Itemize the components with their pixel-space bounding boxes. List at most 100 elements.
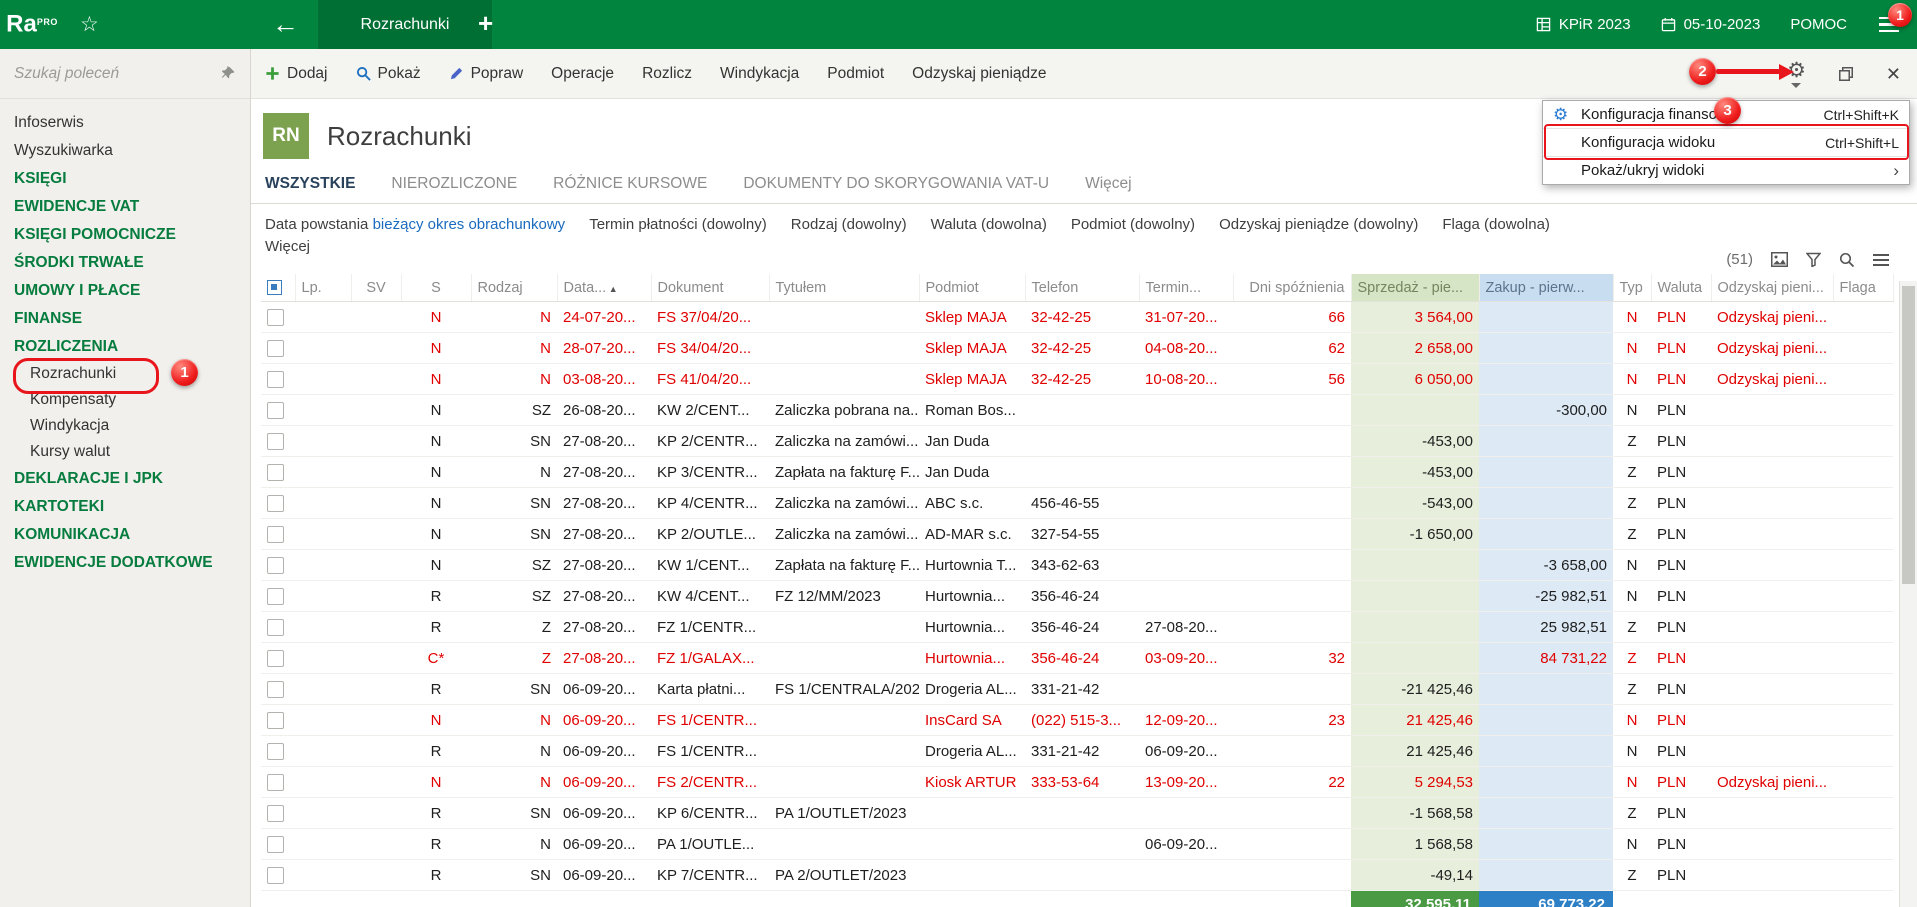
toolbar-button-podmiot[interactable]: Podmiot bbox=[827, 65, 884, 83]
scrollbar-thumb[interactable] bbox=[1902, 286, 1915, 584]
column-header-telefon[interactable]: Telefon bbox=[1025, 274, 1139, 302]
sidebar-item-finanse[interactable]: FINANSE bbox=[0, 305, 250, 333]
sidebar-item-kartoteki[interactable]: KARTOTEKI bbox=[0, 493, 250, 521]
table-row[interactable]: NN06-09-20...FS 2/CENTR...Kiosk ARTUR333… bbox=[261, 767, 1893, 798]
toolbar-button-pokaż[interactable]: Pokaż bbox=[356, 65, 421, 83]
table-row[interactable]: NSN27-08-20...KP 2/OUTLE...Zaliczka na z… bbox=[261, 519, 1893, 550]
view-tab-więcej[interactable]: Więcej bbox=[1085, 175, 1132, 193]
toolbar-button-rozlicz[interactable]: Rozlicz bbox=[642, 65, 692, 83]
sidebar-item-wyszukiwarka[interactable]: Wyszukiwarka bbox=[0, 137, 250, 165]
filter-value[interactable]: (dowolna) bbox=[1484, 216, 1550, 233]
table-row[interactable]: NN06-09-20...FS 1/CENTR...InsCard SA(022… bbox=[261, 705, 1893, 736]
app-logo[interactable]: RaPRO bbox=[0, 0, 64, 51]
column-header-termin[interactable]: Termin... bbox=[1139, 274, 1233, 302]
cell-odzyskaj[interactable]: Odzyskaj pieni... bbox=[1711, 302, 1833, 333]
command-search-input[interactable]: Szukaj poleceń bbox=[0, 49, 250, 99]
column-header-sv[interactable]: SV bbox=[351, 274, 401, 302]
row-checkbox[interactable] bbox=[267, 371, 284, 388]
row-checkbox[interactable] bbox=[267, 464, 284, 481]
column-header-rodzaj[interactable]: Rodzaj bbox=[471, 274, 557, 302]
table-row[interactable]: RSZ27-08-20...KW 4/CENT...FZ 12/MM/2023H… bbox=[261, 581, 1893, 612]
table-row[interactable]: NN24-07-20...FS 37/04/20...Sklep MAJA32-… bbox=[261, 302, 1893, 333]
column-header-flaga[interactable]: Flaga bbox=[1833, 274, 1893, 302]
table-row[interactable]: RSN06-09-20...KP 6/CENTR...PA 1/OUTLET/2… bbox=[261, 798, 1893, 829]
new-tab-icon[interactable]: + bbox=[478, 0, 493, 47]
sidebar-item-deklaracje-i-jpk[interactable]: DEKLARACJE I JPK bbox=[0, 465, 250, 493]
table-row[interactable]: NN28-07-20...FS 34/04/20...Sklep MAJA32-… bbox=[261, 333, 1893, 364]
row-checkbox[interactable] bbox=[267, 712, 284, 729]
pin-icon[interactable] bbox=[221, 66, 236, 81]
back-arrow-icon[interactable]: ← bbox=[272, 0, 299, 49]
table-row[interactable]: RSN06-09-20...Karta płatni...FS 1/CENTRA… bbox=[261, 674, 1893, 705]
row-checkbox[interactable] bbox=[267, 557, 284, 574]
filter-termin-płatności[interactable]: Termin płatności (dowolny) bbox=[589, 216, 767, 233]
favorites-star-icon[interactable]: ☆ bbox=[80, 12, 99, 37]
row-checkbox[interactable] bbox=[267, 402, 284, 419]
filter-value[interactable]: bieżący okres obrachunkowy bbox=[373, 216, 566, 233]
row-checkbox[interactable] bbox=[267, 836, 284, 853]
row-checkbox[interactable] bbox=[267, 495, 284, 512]
table-row[interactable]: NSN27-08-20...KP 2/CENTR...Zaliczka na z… bbox=[261, 426, 1893, 457]
filter-rodzaj[interactable]: Rodzaj (dowolny) bbox=[791, 216, 907, 233]
sidebar-item-ewidencje-dodatkowe[interactable]: EWIDENCJE DODATKOWE bbox=[0, 549, 250, 577]
table-row[interactable]: RN06-09-20...PA 1/OUTLE...06-09-20...1 5… bbox=[261, 829, 1893, 860]
cell-odzyskaj[interactable]: Odzyskaj pieni... bbox=[1711, 333, 1833, 364]
notification-badge[interactable]: 1 bbox=[1888, 3, 1912, 27]
filter-value[interactable]: (dowolny) bbox=[842, 216, 907, 233]
menu-item-konfiguracja-widoku[interactable]: Konfiguracja widokuCtrl+Shift+L bbox=[1543, 128, 1909, 156]
row-checkbox[interactable] bbox=[267, 650, 284, 667]
sidebar-item-komunikacja[interactable]: KOMUNIKACJA bbox=[0, 521, 250, 549]
cell-odzyskaj[interactable]: Odzyskaj pieni... bbox=[1711, 767, 1833, 798]
column-header-tytulem[interactable]: Tytułem bbox=[769, 274, 919, 302]
table-row[interactable]: NN03-08-20...FS 41/04/20...Sklep MAJA32-… bbox=[261, 364, 1893, 395]
column-header-s[interactable]: S bbox=[401, 274, 471, 302]
period-selector[interactable]: KPiR 2023 bbox=[1536, 16, 1631, 33]
toolbar-button-operacje[interactable]: Operacje bbox=[551, 65, 614, 83]
sidebar-item-środki-trwałe[interactable]: ŚRODKI TRWAŁE bbox=[0, 249, 250, 277]
column-header-data[interactable]: Data... ▲ bbox=[557, 274, 651, 302]
column-header-odzyskaj[interactable]: Odzyskaj pieni... bbox=[1711, 274, 1833, 302]
cell-odzyskaj[interactable]: Odzyskaj pieni... bbox=[1711, 364, 1833, 395]
table-row[interactable]: RZ27-08-20...FZ 1/CENTR...Hurtownia...35… bbox=[261, 612, 1893, 643]
toolbar-button-windykacja[interactable]: Windykacja bbox=[720, 65, 799, 83]
sidebar-item-infoserwis[interactable]: Infoserwis bbox=[0, 109, 250, 137]
filter-value[interactable]: (dowolny) bbox=[702, 216, 767, 233]
filter-value[interactable]: (dowolna) bbox=[981, 216, 1047, 233]
filter-waluta[interactable]: Waluta (dowolna) bbox=[931, 216, 1047, 233]
column-header-sel[interactable] bbox=[261, 274, 295, 302]
table-row[interactable]: NSZ27-08-20...KW 1/CENT...Zapłata na fak… bbox=[261, 550, 1893, 581]
view-tab-dokumenty-do-skorygowania-vat-u[interactable]: DOKUMENTY DO SKORYGOWANIA VAT-U bbox=[743, 175, 1049, 193]
toolbar-button-odzyskaj-pieniądze[interactable]: Odzyskaj pieniądze bbox=[912, 65, 1046, 83]
date-selector[interactable]: 05-10-2023 bbox=[1661, 16, 1761, 33]
row-checkbox[interactable] bbox=[267, 526, 284, 543]
row-checkbox[interactable] bbox=[267, 867, 284, 884]
window-tab-rozrachunki[interactable]: Rozrachunki bbox=[318, 0, 492, 49]
vertical-scrollbar[interactable] bbox=[1899, 281, 1917, 907]
row-checkbox[interactable] bbox=[267, 681, 284, 698]
row-checkbox[interactable] bbox=[267, 433, 284, 450]
column-header-dokument[interactable]: Dokument bbox=[651, 274, 769, 302]
table-row[interactable]: C*Z27-08-20...FZ 1/GALAX...Hurtownia...3… bbox=[261, 643, 1893, 674]
column-header-waluta[interactable]: Waluta bbox=[1651, 274, 1711, 302]
table-row[interactable]: NSZ26-08-20...KW 2/CENT...Zaliczka pobra… bbox=[261, 395, 1893, 426]
select-all-checkbox[interactable] bbox=[267, 280, 282, 295]
image-view-icon[interactable] bbox=[1771, 252, 1788, 267]
row-checkbox[interactable] bbox=[267, 743, 284, 760]
table-row[interactable]: RSN06-09-20...KP 7/CENTR...PA 2/OUTLET/2… bbox=[261, 860, 1893, 891]
sidebar-item-księgi-pomocnicze[interactable]: KSIĘGI POMOCNICZE bbox=[0, 221, 250, 249]
column-header-sprzedaz[interactable]: Sprzedaż - pie... bbox=[1351, 274, 1479, 302]
view-tab-nierozliczone[interactable]: NIEROZLICZONE bbox=[391, 175, 517, 193]
sidebar-item-kursy-walut[interactable]: Kursy walut bbox=[0, 439, 250, 465]
filter-odzyskaj-pieniądze[interactable]: Odzyskaj pieniądze (dowolny) bbox=[1219, 216, 1418, 233]
toolbar-button-dodaj[interactable]: Dodaj bbox=[265, 65, 328, 83]
column-header-lp[interactable]: Lp. bbox=[295, 274, 351, 302]
table-row[interactable]: NN27-08-20...KP 3/CENTR...Zapłata na fak… bbox=[261, 457, 1893, 488]
view-tab-wszystkie[interactable]: WSZYSTKIE bbox=[265, 175, 355, 193]
column-header-dni[interactable]: Dni spóźnienia bbox=[1233, 274, 1351, 302]
search-list-icon[interactable] bbox=[1839, 252, 1855, 268]
row-checkbox[interactable] bbox=[267, 340, 284, 357]
sidebar-item-umowy-i-płace[interactable]: UMOWY I PŁACE bbox=[0, 277, 250, 305]
list-menu-icon[interactable] bbox=[1873, 254, 1889, 266]
sidebar-item-księgi[interactable]: KSIĘGI bbox=[0, 165, 250, 193]
sidebar-item-ewidencje-vat[interactable]: EWIDENCJE VAT bbox=[0, 193, 250, 221]
